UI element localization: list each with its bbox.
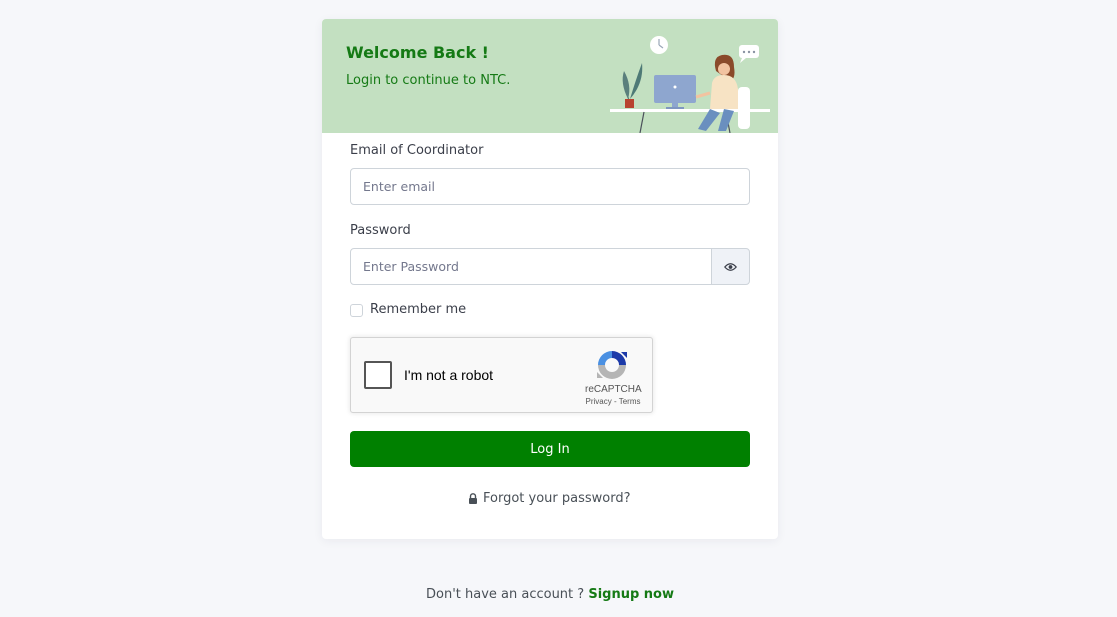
- office-illustration: [610, 36, 770, 133]
- recaptcha-widget: I'm not a robot reCAPTCHA Privacy - Term…: [350, 337, 653, 413]
- recaptcha-brand: reCAPTCHA: [585, 384, 642, 395]
- welcome-subtitle: Login to continue to NTC.: [346, 73, 511, 88]
- welcome-title: Welcome Back !: [346, 43, 489, 62]
- remember-me-checkbox[interactable]: [350, 304, 363, 317]
- signup-prompt-text: Don't have an account ?: [425, 587, 585, 602]
- signup-link[interactable]: Signup now: [588, 587, 674, 602]
- forgot-password-link[interactable]: Forgot your password?: [468, 491, 631, 506]
- recaptcha-logo-icon: [597, 351, 627, 379]
- password-field[interactable]: [350, 248, 712, 285]
- remember-me-label[interactable]: Remember me: [370, 302, 466, 317]
- signup-prompt: Don't have an account ? Signup now: [0, 587, 1100, 602]
- recaptcha-checkbox[interactable]: [364, 361, 392, 389]
- password-label: Password: [350, 223, 411, 238]
- eye-icon: [724, 262, 737, 271]
- toggle-password-button[interactable]: [711, 248, 750, 285]
- recaptcha-links[interactable]: Privacy - Terms: [579, 397, 647, 406]
- recaptcha-label: I'm not a robot: [404, 367, 494, 383]
- email-label: Email of Coordinator: [350, 143, 484, 158]
- welcome-banner: Welcome Back ! Login to continue to NTC.: [322, 19, 778, 133]
- forgot-password-label: Forgot your password?: [483, 491, 631, 506]
- lock-icon: [469, 493, 477, 504]
- email-field[interactable]: [350, 168, 750, 205]
- login-button[interactable]: Log In: [350, 431, 750, 467]
- login-card: Welcome Back ! Login to continue to NTC.: [322, 19, 778, 539]
